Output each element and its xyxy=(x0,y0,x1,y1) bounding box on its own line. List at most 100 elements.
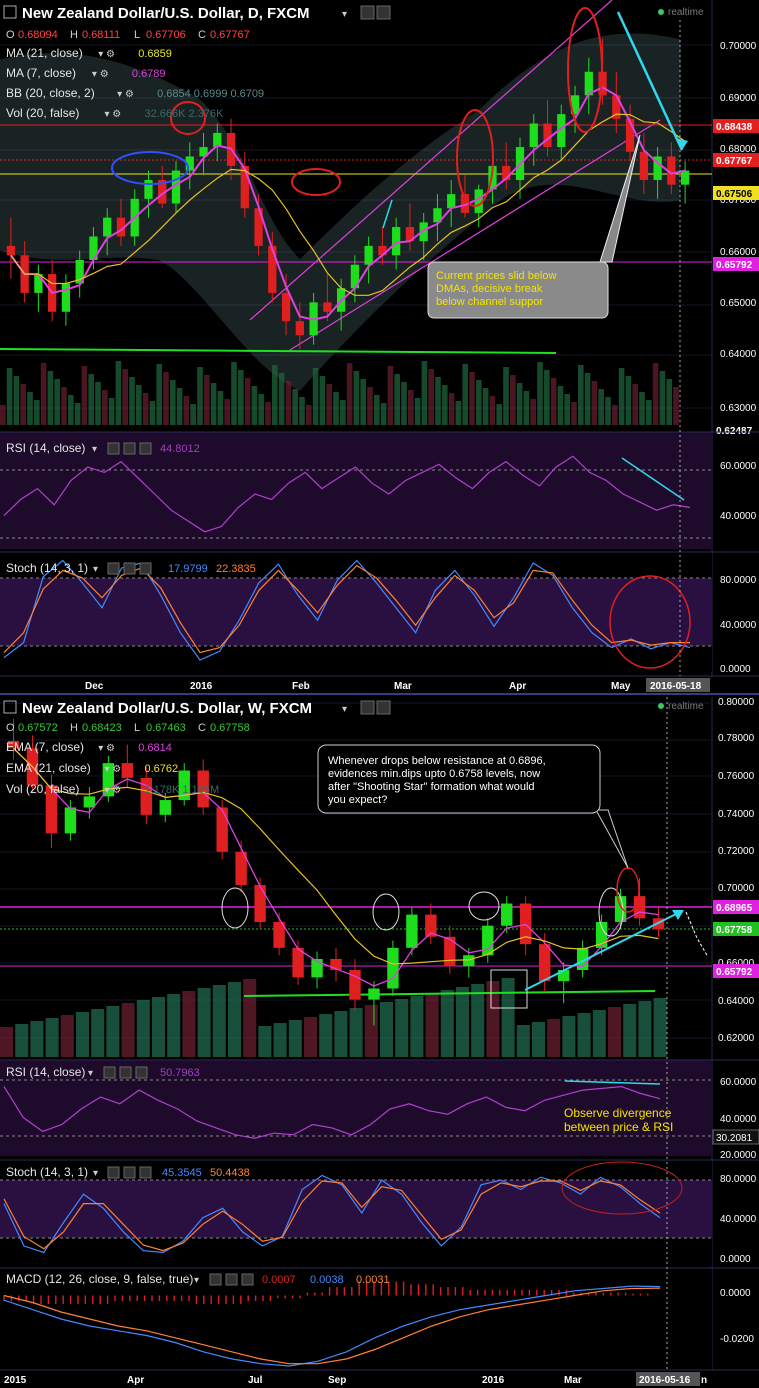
daily-candle[interactable] xyxy=(543,123,552,148)
weekly-rsi-label[interactable]: RSI (14, close) xyxy=(6,1065,85,1079)
volume-bar xyxy=(156,364,162,425)
date-label: Apr xyxy=(509,681,526,692)
title-dropdown-icon[interactable]: ▾ xyxy=(342,704,347,715)
daily-candle[interactable] xyxy=(392,227,401,256)
legend-label-0[interactable]: MA (21, close) xyxy=(6,46,83,60)
rsi-close-icon[interactable] xyxy=(139,442,152,455)
rsi-close-icon[interactable] xyxy=(135,1066,148,1079)
weekly-candle[interactable] xyxy=(444,936,456,967)
weekly-candle[interactable] xyxy=(406,914,418,948)
rsi-axis-20: 20.0000 xyxy=(720,1150,757,1161)
weekly-candle[interactable] xyxy=(368,988,380,1000)
ohlc-open-value: 0.67572 xyxy=(18,722,58,734)
legend-value-3: 32.666K 2.376K xyxy=(145,108,225,120)
stoch-eye-icon[interactable] xyxy=(107,562,120,575)
eye-icon[interactable] xyxy=(360,700,375,715)
volume-bar xyxy=(557,386,564,425)
rsi-dropdown-icon[interactable]: ▾ xyxy=(88,1068,93,1079)
volume-bar xyxy=(312,368,319,425)
daily-rsi-label[interactable]: RSI (14, close) xyxy=(6,441,85,455)
stoch-dropdown-icon[interactable]: ▾ xyxy=(93,1168,98,1179)
daily-candle[interactable] xyxy=(639,151,648,180)
rsi-gear-icon[interactable] xyxy=(123,442,136,455)
macd-gear-icon[interactable] xyxy=(225,1273,238,1286)
macd-label[interactable]: MACD (12, 26, close, 9, false, true) xyxy=(6,1272,193,1286)
volume-bar xyxy=(550,378,557,425)
legend-label-2[interactable]: Vol (20, false) xyxy=(6,782,79,796)
stoch-eye-icon[interactable] xyxy=(107,1166,120,1179)
price-axis-label: 0.74000 xyxy=(718,809,755,820)
daily-rsi-pane[interactable] xyxy=(0,432,712,549)
price-tag: 0.67767 xyxy=(716,156,753,167)
daily-candle[interactable] xyxy=(323,302,332,312)
legend-gear-icon[interactable]: ▾ ⚙ xyxy=(105,785,122,796)
daily-candle[interactable] xyxy=(281,292,291,322)
macd-dropdown-icon[interactable]: ▾ xyxy=(194,1275,199,1286)
daily-candle[interactable] xyxy=(364,245,373,265)
gear-icon[interactable] xyxy=(376,700,391,715)
weekly-candle[interactable] xyxy=(64,807,77,834)
title-dropdown-icon[interactable]: ▾ xyxy=(342,9,347,20)
weekly-chart-title[interactable]: New Zealand Dollar/U.S. Dollar, W, FXCM xyxy=(22,700,312,717)
rsi-dropdown-icon[interactable]: ▾ xyxy=(92,444,97,455)
volume-bar xyxy=(108,398,115,425)
volume-bar xyxy=(34,400,40,425)
legend-label-0[interactable]: EMA (7, close) xyxy=(6,740,84,754)
weekly-candle[interactable] xyxy=(501,903,513,926)
weekly-candle[interactable] xyxy=(159,800,171,815)
macd-eye-icon[interactable] xyxy=(209,1273,222,1286)
rsi-eye-icon[interactable] xyxy=(103,1066,116,1079)
legend-gear-icon[interactable]: ▾ ⚙ xyxy=(92,69,109,80)
weekly-candle[interactable] xyxy=(254,885,266,922)
stoch-axis-0: 0.0000 xyxy=(720,1254,751,1265)
legend-label-1[interactable]: EMA (21, close) xyxy=(6,761,91,775)
ohlc-high-value: 0.68111 xyxy=(82,29,120,41)
weekly-candle[interactable] xyxy=(121,763,134,778)
weekly-stoch-k-value: 45.3545 xyxy=(162,1167,202,1179)
daily-candle[interactable] xyxy=(268,245,277,293)
daily-candle[interactable] xyxy=(295,321,304,336)
daily-candle[interactable] xyxy=(680,170,690,185)
gear-icon[interactable] xyxy=(376,5,391,20)
stoch-dropdown-icon[interactable]: ▾ xyxy=(93,564,98,575)
callout-text-line-2: DMAs, decisive break xyxy=(436,283,543,295)
stoch-close-icon[interactable] xyxy=(139,562,152,575)
weekly-stoch-label[interactable]: Stoch (14, 3, 1) xyxy=(6,1165,88,1179)
weekly-candle[interactable] xyxy=(387,947,399,989)
weekly-candle[interactable] xyxy=(538,944,551,982)
volume-bar xyxy=(334,1011,348,1057)
volume-bar xyxy=(612,405,618,425)
daily-candle[interactable] xyxy=(6,245,16,256)
weekly-candle[interactable] xyxy=(216,807,228,852)
daily-date-axis[interactable] xyxy=(0,676,759,693)
daily-candle[interactable] xyxy=(144,180,153,199)
daily-chart-title[interactable]: New Zealand Dollar/U.S. Dollar, D, FXCM xyxy=(22,5,310,22)
macd-close-icon[interactable] xyxy=(241,1273,254,1286)
legend-label-3[interactable]: Vol (20, false) xyxy=(6,106,79,120)
weekly-candle[interactable] xyxy=(83,796,96,808)
legend-label-2[interactable]: BB (20, close, 2) xyxy=(6,86,95,100)
legend-gear-icon[interactable]: ▾ ⚙ xyxy=(117,89,134,100)
daily-candle[interactable] xyxy=(103,217,112,237)
daily-candle[interactable] xyxy=(447,194,456,209)
weekly-callout-line-1: Whenever drops below resistance at 0.689… xyxy=(328,755,546,767)
legend-gear-icon[interactable]: ▾ ⚙ xyxy=(105,764,122,775)
legend-gear-icon[interactable]: ▾ ⚙ xyxy=(98,49,115,60)
eye-icon[interactable] xyxy=(360,5,375,20)
weekly-callout-line-2: evidences min.dips upto 0.6758 levels, n… xyxy=(328,768,540,780)
stoch-gear-icon[interactable] xyxy=(123,562,136,575)
daily-candle[interactable] xyxy=(529,123,538,148)
volume-bar xyxy=(258,1026,272,1057)
stoch-gear-icon[interactable] xyxy=(123,1166,136,1179)
legend-label-1[interactable]: MA (7, close) xyxy=(6,66,76,80)
price-tag: 0.68965 xyxy=(716,903,753,914)
weekly-candle[interactable] xyxy=(614,896,627,922)
legend-gear-icon[interactable]: ▾ ⚙ xyxy=(98,743,115,754)
legend-gear-icon[interactable]: ▾ ⚙ xyxy=(105,109,122,120)
weekly-candle[interactable] xyxy=(463,955,475,967)
rsi-gear-icon[interactable] xyxy=(119,1066,132,1079)
rsi-eye-icon[interactable] xyxy=(107,442,120,455)
stoch-close-icon[interactable] xyxy=(139,1166,152,1179)
daily-stoch-label[interactable]: Stoch (14, 3, 1) xyxy=(6,561,88,575)
weekly-candle[interactable] xyxy=(482,925,494,956)
